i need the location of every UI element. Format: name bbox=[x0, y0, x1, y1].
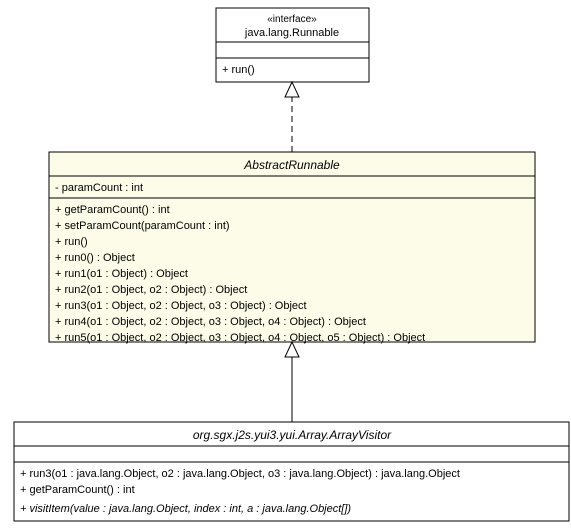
interface-stereotype: «interface» bbox=[267, 14, 317, 25]
concrete-name: org.sgx.j2s.yui3.yui.Array.ArrayVisitor bbox=[193, 428, 392, 442]
abstract-method-4: + run1(o1 : Object) : Object bbox=[55, 268, 188, 280]
abstract-method-6: + run3(o1 : Object, o2 : Object, o3 : Ob… bbox=[55, 300, 307, 312]
uml-diagram: «interface» java.lang.Runnable + run() A… bbox=[0, 0, 571, 531]
abstract-box bbox=[49, 152, 535, 342]
abstract-method-3: + run0() : Object bbox=[55, 252, 135, 264]
abstract-method-5: + run2(o1 : Object, o2 : Object) : Objec… bbox=[55, 284, 247, 296]
interface-runnable-class: «interface» java.lang.Runnable + run() bbox=[216, 8, 369, 82]
abstract-name: AbstractRunnable bbox=[243, 158, 340, 172]
abstract-method-8: + run5(o1 : Object, o2 : Object, o3 : Ob… bbox=[55, 332, 425, 344]
abstract-method-7: + run4(o1 : Object, o2 : Object, o3 : Ob… bbox=[55, 316, 366, 328]
generalization-arrowhead bbox=[285, 342, 299, 357]
abstract-attr-0: - paramCount : int bbox=[55, 182, 143, 194]
generalization-relation bbox=[285, 342, 299, 422]
interface-method-0: + run() bbox=[222, 64, 255, 76]
abstract-runnable-class: AbstractRunnable - paramCount : int + ge… bbox=[49, 152, 535, 344]
concrete-method-2: + visitItem(value : java.lang.Object, in… bbox=[20, 503, 351, 515]
concrete-method-0: + run3(o1 : java.lang.Object, o2 : java.… bbox=[20, 468, 460, 480]
concrete-method-1: + getParamCount() : int bbox=[20, 484, 135, 496]
interface-name: java.lang.Runnable bbox=[244, 27, 339, 39]
realization-arrowhead bbox=[285, 82, 299, 97]
abstract-method-2: + run() bbox=[55, 236, 88, 248]
abstract-method-1: + setParamCount(paramCount : int) bbox=[55, 220, 230, 232]
array-visitor-class: org.sgx.j2s.yui3.yui.Array.ArrayVisitor … bbox=[14, 422, 569, 521]
abstract-method-0: + getParamCount() : int bbox=[55, 204, 170, 216]
realization-relation bbox=[285, 82, 299, 152]
